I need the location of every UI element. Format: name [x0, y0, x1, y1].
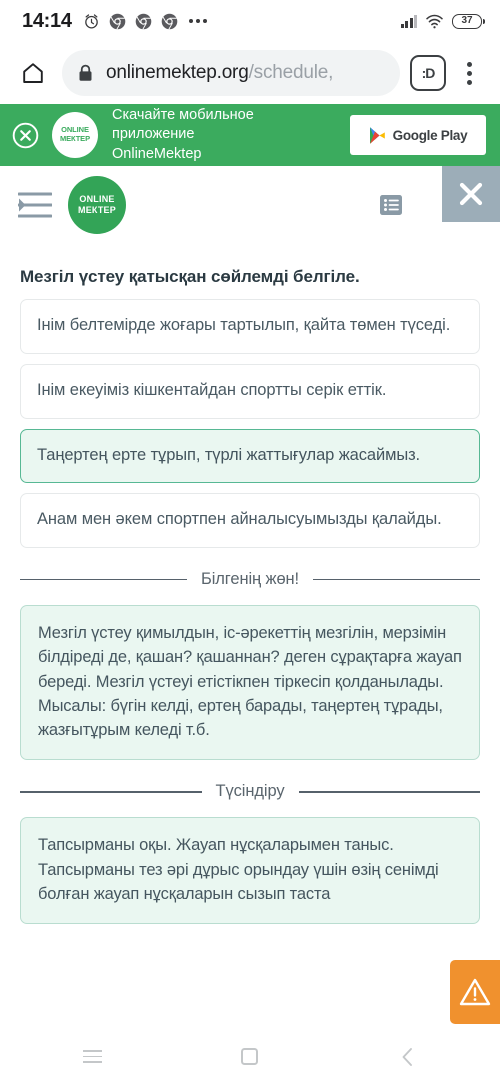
lock-icon — [79, 64, 92, 81]
divider-line-left — [20, 578, 187, 581]
question-list-button[interactable] — [374, 188, 408, 222]
google-play-label: Google Play — [392, 127, 468, 143]
chrome-icon — [109, 13, 125, 30]
status-bar-left: 14:14 — [22, 10, 401, 33]
site-logo-line1: ONLINE — [79, 194, 115, 205]
chrome-icon — [135, 13, 151, 30]
smiley-label: :D — [421, 65, 436, 81]
warning-triangle-icon — [459, 978, 491, 1006]
task-content: Мезгіл үстеу қатысқан сөйлемді белгіле. … — [0, 266, 500, 925]
report-problem-button[interactable] — [450, 960, 500, 1024]
home-icon — [23, 63, 43, 83]
smiley-button[interactable]: :D — [410, 55, 446, 91]
home-square-icon — [241, 1048, 259, 1065]
nav-home-button[interactable] — [186, 1030, 314, 1083]
explain-info-box: Тапсырманы оқы. Жауап нұсқаларымен таныс… — [20, 817, 480, 925]
know-info-box: Мезгіл үстеу қимылдын, іс-әрекеттің мезг… — [20, 605, 480, 761]
browser-toolbar: onlinemektep.org/schedule, :D — [0, 42, 500, 104]
more-dots-icon — [188, 19, 207, 23]
url-bar[interactable]: onlinemektep.org/schedule, — [62, 50, 400, 96]
alarm-icon — [84, 13, 98, 29]
question-title: Мезгіл үстеу қатысқан сөйлемді белгіле. — [20, 267, 360, 286]
divider-line-left — [20, 791, 202, 793]
answer-option-2[interactable]: Інім екеуіміз кішкентайдан спортты серік… — [20, 363, 480, 419]
indent-menu-icon[interactable] — [18, 192, 52, 218]
app-promo-banner: ONLINE МЕКТЕР Скачайте мобильное приложе… — [0, 104, 500, 166]
nav-recents-button[interactable] — [0, 1030, 186, 1083]
close-x-icon — [459, 182, 483, 206]
status-clock: 14:14 — [22, 9, 72, 32]
divider-line-right — [298, 791, 480, 793]
close-task-button[interactable] — [442, 166, 500, 222]
site-logo[interactable]: ONLINE МЕКТЕР — [68, 176, 126, 234]
promo-close-button[interactable] — [8, 118, 42, 152]
chrome-icon — [161, 13, 177, 30]
promo-logo-line2: МЕКТЕР — [59, 134, 90, 143]
explain-divider-label: Түсіндіру — [215, 782, 285, 801]
google-play-icon — [369, 126, 385, 144]
url-path: /schedule, — [248, 62, 334, 83]
divider-line-right — [313, 578, 481, 581]
answer-option-4[interactable]: Анам мен әкем спортпен айналысуымызды қа… — [20, 493, 480, 549]
answer-option-1[interactable]: Інім белтемірде жоғары тартылып, қайта т… — [20, 299, 480, 354]
promo-app-logo: ONLINE МЕКТЕР — [52, 112, 98, 158]
recents-icon — [83, 1049, 103, 1064]
back-chevron-icon — [402, 1047, 412, 1066]
nav-back-button[interactable] — [314, 1030, 500, 1083]
explain-divider: Түсіндіру — [20, 782, 480, 801]
overflow-menu-icon[interactable] — [452, 51, 486, 95]
battery-level: 37 — [461, 15, 473, 26]
signal-icon — [400, 14, 417, 28]
battery-icon: 37 — [452, 13, 485, 29]
wifi-icon — [426, 14, 443, 28]
promo-text: Скачайте мобильное приложение OnlineMekt… — [108, 106, 340, 165]
google-play-button[interactable]: Google Play — [350, 115, 486, 155]
url-text: onlinemektep.org/schedule, — [106, 62, 333, 84]
know-divider: Білгенің жөн! — [20, 570, 481, 589]
status-bar: 14:14 37 — [0, 0, 500, 42]
promo-text-line1: Скачайте мобильное приложение — [112, 106, 254, 143]
answer-option-3[interactable]: Таңертең ерте тұрып, түрлі жаттығулар жа… — [20, 428, 480, 484]
android-nav-bar — [0, 1030, 500, 1083]
home-button[interactable] — [10, 50, 56, 96]
know-divider-label: Білгенің жөн! — [200, 570, 300, 589]
status-bar-right: 37 — [400, 13, 485, 29]
list-icon — [380, 195, 402, 215]
site-logo-line2: МЕКТЕР — [78, 205, 116, 215]
close-circle-icon — [12, 122, 38, 148]
site-header: ONLINE МЕКТЕР — [0, 166, 500, 244]
url-domain: onlinemektep.org — [106, 62, 249, 83]
promo-text-line2: OnlineMektep — [112, 145, 202, 162]
